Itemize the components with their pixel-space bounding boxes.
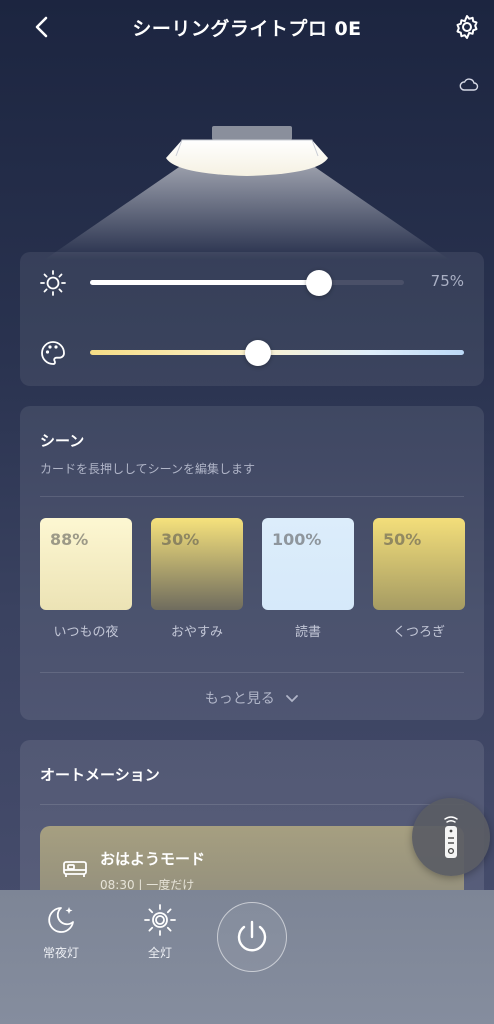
scene-percent: 100% <box>272 530 322 549</box>
remote-button[interactable] <box>412 798 490 876</box>
brightness-row: 75% <box>20 262 484 302</box>
full-light-label: 全灯 <box>147 946 172 960</box>
automation-name: おはようモード <box>100 850 206 868</box>
bottom-action-bar: 常夜灯 全灯 <box>0 890 494 1024</box>
chevron-down-icon <box>286 695 299 703</box>
automation-title: オートメーション <box>40 766 160 784</box>
full-light-button[interactable]: 全灯 <box>125 902 195 972</box>
scene-name: くつろぎ <box>392 625 445 640</box>
settings-button[interactable] <box>452 12 482 42</box>
scene-title: シーン <box>40 432 85 450</box>
scene-percent: 88% <box>50 530 89 549</box>
bed-icon <box>63 861 87 877</box>
scene-name: いつもの夜 <box>53 625 119 640</box>
brightness-value: 75% <box>430 272 464 290</box>
gear-icon <box>456 15 478 39</box>
scene-subtitle: カードを長押ししてシーンを編集します <box>40 462 256 476</box>
power-button[interactable] <box>217 902 287 972</box>
cloud-icon <box>458 76 480 94</box>
scene-name: おやすみ <box>170 625 223 640</box>
scene-percent: 50% <box>383 530 422 549</box>
more-label: もっと見る <box>204 691 275 707</box>
sun-icon <box>40 270 66 296</box>
sun-icon <box>144 904 176 936</box>
color-temp-track[interactable] <box>90 350 464 355</box>
page-title: シーリングライトプロ 0E <box>132 18 362 40</box>
light-control-card: 75% <box>20 252 484 386</box>
brightness-track[interactable] <box>90 280 404 285</box>
remote-icon <box>444 816 458 858</box>
moon-icon <box>48 907 74 933</box>
scene-tile-2[interactable]: 30% <box>151 518 243 610</box>
scene-tile-1[interactable]: 88% <box>40 518 132 610</box>
power-icon <box>237 920 267 952</box>
header: シーリングライトプロ 0E <box>0 0 494 56</box>
divider <box>40 672 464 673</box>
scene-percent: 30% <box>161 530 200 549</box>
divider <box>40 496 464 497</box>
more-button[interactable]: もっと見る <box>20 688 484 708</box>
night-light-label: 常夜灯 <box>42 946 79 960</box>
scene-card: シーン カードを長押ししてシーンを編集します 88% 30% 100% 50% … <box>20 406 484 720</box>
scene-name: 読書 <box>294 625 321 640</box>
ceiling-light-illustration <box>0 110 494 270</box>
palette-icon <box>41 341 65 365</box>
color-temp-row <box>20 332 484 372</box>
color-temp-slider-handle[interactable] <box>245 340 272 366</box>
scene-tile-4[interactable]: 50% <box>373 518 465 610</box>
night-light-button[interactable]: 常夜灯 <box>26 902 96 972</box>
brightness-slider-handle[interactable] <box>306 270 333 296</box>
divider <box>40 804 464 805</box>
scene-tile-3[interactable]: 100% <box>262 518 354 610</box>
